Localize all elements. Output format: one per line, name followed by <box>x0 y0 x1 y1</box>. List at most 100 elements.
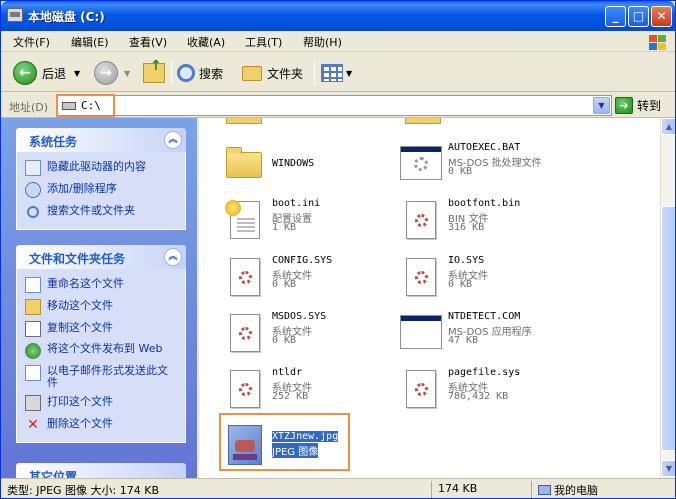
file-size: 252 KB <box>272 391 309 402</box>
file-tasks-title: 文件和文件夹任务 <box>29 252 126 266</box>
task-delete-file[interactable]: ✕ 删除这个文件 <box>25 414 177 436</box>
file-item-pagefile[interactable]: pagefile.sys 系统文件 786,432 KB <box>398 367 608 419</box>
file-size: 47 KB <box>448 335 479 346</box>
system-tasks-title: 系统任务 <box>29 135 78 149</box>
copy-file-icon <box>25 321 41 337</box>
batch-file-icon <box>398 142 442 186</box>
back-label: 后退 <box>42 66 67 81</box>
menu-bar: 文件(F) 编辑(E) 查看(V) 收藏(A) 工具(T) 帮助(H) <box>1 31 675 52</box>
file-name: NTDETECT.COM <box>448 311 521 322</box>
forward-dropdown-icon[interactable]: ▼ <box>124 69 130 78</box>
file-item-io-sys[interactable]: IO.SYS 系统文件 0 KB <box>398 255 608 307</box>
task-search-files[interactable]: 搜索文件或文件夹 <box>25 201 177 223</box>
task-add-remove-programs[interactable]: 添加/删除程序 <box>25 179 177 201</box>
file-name: bootfont.bin <box>448 198 521 209</box>
delete-x-icon: ✕ <box>27 416 39 433</box>
task-rename-file[interactable]: 重命名这个文件 <box>25 274 177 296</box>
system-file-icon <box>222 367 266 411</box>
folder-icon <box>405 118 441 124</box>
status-location: 我的电脑 <box>531 481 675 498</box>
other-places-title: 其它位置 <box>29 470 78 478</box>
task-email-file[interactable]: 以电子邮件形式发送此文件 <box>25 362 177 392</box>
file-tasks-header[interactable]: 文件和文件夹任务 ︽ <box>16 245 186 269</box>
email-icon <box>25 365 41 381</box>
file-name: pagefile.sys <box>448 367 521 378</box>
menu-tools[interactable]: 工具(T) <box>245 34 282 50</box>
file-name: boot.ini <box>272 198 321 209</box>
printer-icon <box>25 395 41 411</box>
file-list-scrollbar[interactable]: ▲ ▼ <box>660 118 675 478</box>
search-button[interactable]: 搜索 <box>177 59 223 87</box>
views-button[interactable]: ▼ <box>321 59 352 87</box>
close-button[interactable]: ✕ <box>651 6 672 27</box>
windows-logo-icon <box>641 32 671 52</box>
file-item-bootfont[interactable]: bootfont.bin BIN 文件 316 KB <box>398 198 608 250</box>
go-button[interactable]: ➔ 转到 <box>615 97 661 114</box>
system-tasks-header[interactable]: 系统任务 ︽ <box>16 128 186 152</box>
address-highlight-box <box>56 94 115 118</box>
collapse-chevron-icon[interactable]: ︽ <box>164 131 182 149</box>
explorer-window: 本地磁盘 (C:) _ □ ✕ 文件(F) 编辑(E) 查看(V) 收藏(A) … <box>0 0 676 499</box>
task-label: 以电子邮件形式发送此文件 <box>47 364 168 389</box>
system-tasks-body: 隐藏此驱动器的内容 添加/删除程序 搜索文件或文件夹 <box>16 152 186 230</box>
address-input[interactable]: C:\ ▼ <box>56 95 612 116</box>
folder-icon <box>226 118 262 124</box>
file-tasks-panel: 文件和文件夹任务 ︽ 重命名这个文件 移动这个文件 复制这个文件 将这个文件发布… <box>16 245 186 443</box>
globe-icon <box>25 343 41 359</box>
menu-view[interactable]: 查看(V) <box>129 34 167 50</box>
file-name: AUTOEXEC.BAT <box>448 142 521 153</box>
task-label: 删除这个文件 <box>47 417 113 430</box>
back-dropdown-icon[interactable]: ▼ <box>74 69 80 78</box>
collapse-chevron-icon[interactable]: ︽ <box>164 248 182 266</box>
task-copy-file[interactable]: 复制这个文件 <box>25 318 177 340</box>
scroll-up-icon[interactable]: ▲ <box>661 118 675 135</box>
task-publish-to-web[interactable]: 将这个文件发布到 Web <box>25 340 177 362</box>
maximize-button[interactable]: □ <box>628 6 649 27</box>
menu-help[interactable]: 帮助(H) <box>303 34 342 50</box>
system-file-icon <box>222 255 266 299</box>
config-file-icon <box>222 198 266 242</box>
file-item-ntdetect[interactable]: NTDETECT.COM MS-DOS 应用程序 47 KB <box>398 311 608 363</box>
scroll-thumb[interactable] <box>661 206 675 451</box>
file-size: 0 KB <box>272 335 297 346</box>
rename-icon <box>25 277 41 293</box>
file-name: CONFIG.SYS <box>272 255 333 266</box>
toolbar: ← 后退 ▼ → ▼ ↑ 搜索 文件夹 ▼ <box>1 53 675 92</box>
menu-edit[interactable]: 编辑(E) <box>71 34 109 50</box>
toolbar-separator <box>171 61 172 85</box>
scroll-down-icon[interactable]: ▼ <box>661 460 675 477</box>
forward-arrow-icon: → <box>94 61 118 85</box>
views-grid-icon <box>321 64 343 82</box>
menu-favorites[interactable]: 收藏(A) <box>187 34 225 50</box>
file-name: MSDOS.SYS <box>272 311 327 322</box>
address-label: 地址(D) <box>9 101 49 114</box>
forward-button[interactable]: → ▼ <box>94 59 130 87</box>
add-remove-programs-icon <box>25 182 41 198</box>
task-label: 将这个文件发布到 Web <box>47 342 163 355</box>
minimize-button[interactable]: _ <box>605 6 626 27</box>
title-bar[interactable]: 本地磁盘 (C:) _ □ ✕ <box>1 1 675 31</box>
back-button[interactable]: ← 后退 ▼ <box>13 59 80 87</box>
search-label: 搜索 <box>199 66 224 81</box>
back-arrow-icon: ← <box>13 61 37 85</box>
computer-icon <box>538 485 551 495</box>
up-folder-button[interactable]: ↑ <box>143 58 165 87</box>
task-print-file[interactable]: 打印这个文件 <box>25 392 177 414</box>
address-dropdown-icon[interactable]: ▼ <box>593 97 610 114</box>
task-move-file[interactable]: 移动这个文件 <box>25 296 177 318</box>
system-file-icon <box>398 255 442 299</box>
other-places-header[interactable]: 其它位置 <box>16 463 186 478</box>
task-hide-drive-contents[interactable]: 隐藏此驱动器的内容 <box>25 157 177 179</box>
file-name: WINDOWS <box>272 158 315 169</box>
menu-file[interactable]: 文件(F) <box>13 34 50 50</box>
folder-icon <box>242 65 262 81</box>
task-label: 移动这个文件 <box>47 299 113 312</box>
task-label: 重命名这个文件 <box>47 277 124 290</box>
file-item-autoexec[interactable]: AUTOEXEC.BAT MS-DOS 批处理文件 0 KB <box>398 142 608 194</box>
file-size: 786,432 KB <box>448 391 509 402</box>
go-label: 转到 <box>637 99 662 113</box>
folders-button[interactable]: 文件夹 <box>242 59 303 87</box>
up-folder-icon: ↑ <box>143 58 165 83</box>
task-label: 打印这个文件 <box>47 395 113 408</box>
file-size: 316 KB <box>448 222 485 233</box>
